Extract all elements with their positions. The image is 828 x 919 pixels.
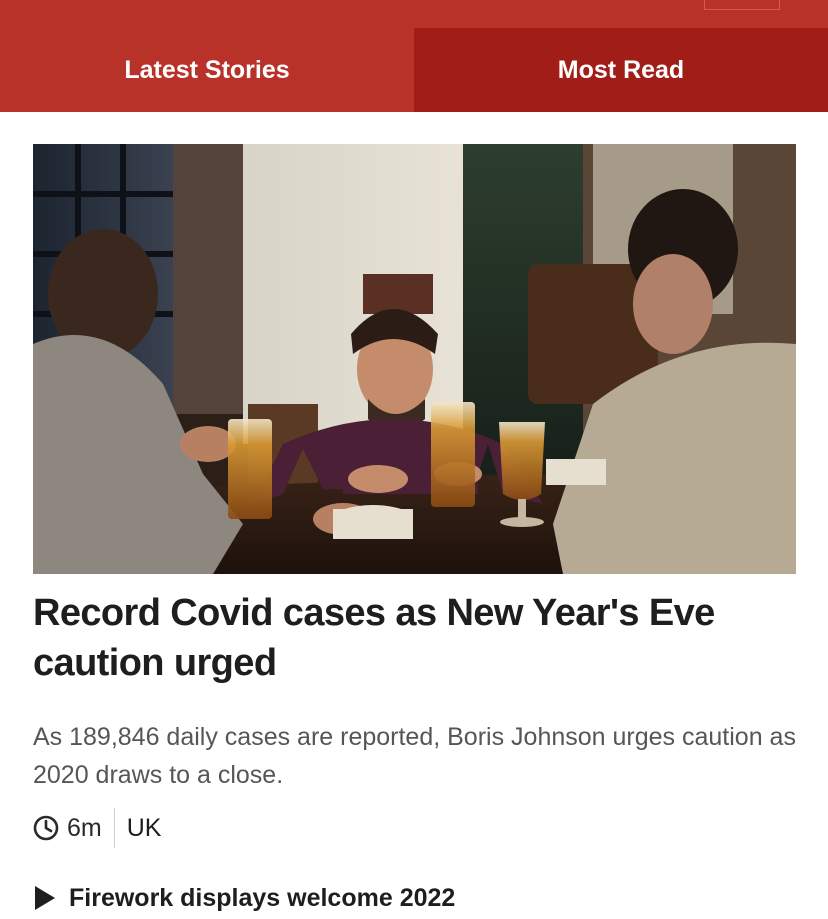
header-button-edge[interactable]: [704, 0, 780, 10]
related-video-label: Firework displays welcome 2022: [69, 883, 456, 912]
story-tabs: Latest Stories Most Read: [0, 28, 828, 112]
tab-most-read-label: Most Read: [557, 55, 685, 84]
article-meta: 6m UK: [33, 806, 161, 850]
article-time: 6m: [67, 813, 102, 842]
tab-most-read[interactable]: Most Read: [414, 28, 828, 112]
article-image[interactable]: [33, 144, 796, 574]
play-icon: [33, 884, 57, 912]
clock-icon: [33, 815, 59, 841]
article-summary: As 189,846 daily cases are reported, Bor…: [33, 723, 796, 789]
article-headline[interactable]: Record Covid cases as New Year's Eve cau…: [33, 588, 803, 688]
tab-latest-stories[interactable]: Latest Stories: [0, 28, 414, 112]
related-video-link[interactable]: Firework displays welcome 2022: [33, 878, 455, 918]
header-strip: [0, 0, 828, 28]
meta-divider: [113, 808, 115, 848]
tab-latest-stories-label: Latest Stories: [124, 55, 290, 84]
article-section-link[interactable]: UK: [127, 814, 162, 843]
